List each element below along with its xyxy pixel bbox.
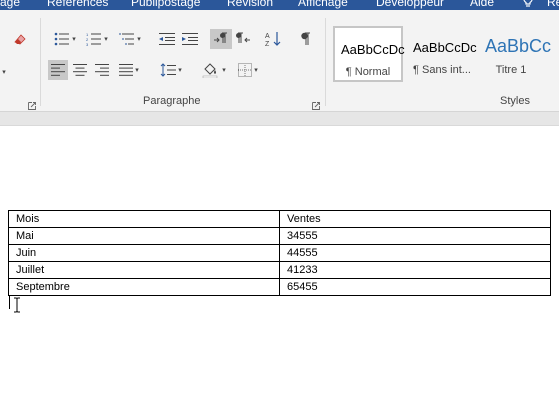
table-cell[interactable]: Mois: [8, 210, 280, 228]
multilevel-list-icon: [119, 33, 135, 45]
text-cursor: [9, 295, 10, 309]
style-name: ¶ Normal: [345, 66, 391, 78]
sort-button[interactable]: A Z: [263, 29, 283, 49]
left-to-right-icon: [214, 32, 227, 43]
svg-text:A: A: [265, 33, 270, 40]
tab-developpeur[interactable]: Développeur: [376, 0, 444, 9]
line-spacing-icon: [160, 63, 177, 77]
tab-references[interactable]: Références: [47, 0, 108, 9]
style-name: ¶ Sans int...: [413, 64, 471, 76]
tab-publipostage[interactable]: Publipostage: [131, 0, 200, 9]
style-sans-interligne[interactable]: AaBbCcDc ¶ Sans int...: [407, 26, 477, 82]
sort-az-icon: A Z: [265, 32, 281, 47]
increase-indent-icon: [182, 33, 198, 45]
style-preview-text: AaBbCcDc: [413, 40, 477, 55]
svg-text:3: 3: [86, 42, 89, 46]
shading-button[interactable]: ▾: [198, 60, 230, 80]
table-cell[interactable]: 44555: [279, 244, 551, 262]
styles-group-label: Styles: [500, 95, 530, 107]
document-page[interactable]: Mois Ventes Mai 34555 Juin 44555 Juillet…: [0, 126, 559, 402]
align-right-button[interactable]: [92, 60, 112, 80]
table-row: Juillet 41233: [8, 261, 551, 279]
style-name: Titre 1: [495, 64, 527, 76]
paragraph-dialog-launcher[interactable]: [312, 97, 320, 110]
sales-table[interactable]: Mois Ventes Mai 34555 Juin 44555 Juillet…: [8, 210, 551, 296]
table-cell[interactable]: Mai: [8, 227, 280, 245]
rtl-text-button[interactable]: [233, 29, 253, 49]
table-row: Mois Ventes: [8, 210, 551, 228]
align-center-button[interactable]: [70, 60, 90, 80]
font-more-button[interactable]: ▾: [0, 62, 6, 82]
style-preview-text: AaBbCc: [485, 36, 552, 56]
style-preview-text: AaBbCcDc: [341, 42, 405, 57]
ribbon-tab-bar: age Références Publipostage Révision Aff…: [0, 0, 559, 10]
tab-aide[interactable]: Aide: [470, 0, 494, 9]
align-center-icon: [73, 64, 87, 76]
group-divider: [325, 18, 326, 106]
ltr-text-button[interactable]: [210, 29, 232, 49]
tab-affichage[interactable]: Affichage: [298, 0, 348, 9]
style-titre-1[interactable]: AaBbCc Titre 1: [479, 26, 559, 82]
styles-gallery: AaBbCcDc ¶ Normal AaBbCcDc ¶ Sans int...…: [333, 26, 559, 88]
table-cell[interactable]: Juin: [8, 244, 280, 262]
borders-button[interactable]: ▾: [232, 60, 264, 80]
bullets-button[interactable]: ▾: [50, 29, 80, 49]
bullet-list-icon: [54, 32, 70, 46]
paint-bucket-icon: [202, 63, 218, 78]
decrease-indent-icon: [159, 33, 175, 45]
show-formatting-marks-button[interactable]: [295, 29, 315, 49]
font-dialog-launcher[interactable]: [28, 97, 36, 110]
pilcrow-icon: [301, 32, 310, 45]
table-cell[interactable]: 34555: [279, 227, 551, 245]
increase-indent-button[interactable]: [180, 29, 200, 49]
tab-revision[interactable]: Révision: [227, 0, 273, 9]
tab-mise-en-page[interactable]: age: [0, 0, 20, 9]
numbered-list-icon: 1 2 3: [86, 32, 102, 46]
tab-partial[interactable]: Re: [547, 0, 559, 9]
dialog-launcher-icon: [312, 102, 320, 110]
tell-me-lightbulb-icon[interactable]: [522, 0, 534, 10]
table-cell[interactable]: 41233: [279, 261, 551, 279]
eraser-icon: [14, 34, 26, 45]
borders-icon: [238, 63, 253, 77]
justify-button[interactable]: ▾: [114, 60, 144, 80]
align-right-icon: [95, 64, 109, 76]
svg-text:Z: Z: [265, 41, 270, 47]
table-cell[interactable]: Ventes: [279, 210, 551, 228]
table-cell[interactable]: 65455: [279, 278, 551, 296]
table-row: Mai 34555: [8, 227, 551, 245]
table-cell[interactable]: Juillet: [8, 261, 280, 279]
align-left-icon: [51, 64, 65, 76]
table-row: Septembre 65455: [8, 278, 551, 296]
group-divider: [40, 18, 41, 106]
clear-formatting-button[interactable]: [10, 29, 30, 49]
table-cell[interactable]: Septembre: [8, 278, 280, 296]
right-to-left-icon: [236, 32, 250, 43]
align-left-button[interactable]: [48, 60, 68, 80]
line-spacing-button[interactable]: ▾: [156, 60, 186, 80]
ruler-gap: [0, 112, 559, 126]
decrease-indent-button[interactable]: [157, 29, 177, 49]
style-normal[interactable]: AaBbCcDc ¶ Normal: [333, 26, 405, 82]
ibeam-cursor-icon: [13, 297, 21, 318]
dialog-launcher-icon: [28, 102, 36, 110]
numbering-button[interactable]: 1 2 3 ▾: [82, 29, 112, 49]
justify-icon: [119, 64, 134, 76]
paragraph-group-label: Paragraphe: [143, 95, 201, 107]
multilevel-list-button[interactable]: ▾: [115, 29, 145, 49]
table-row: Juin 44555: [8, 244, 551, 262]
ribbon: ▾ ▾ 1 2 3 ▾ ▾ A Z ▾ ▾ ▾ ▾ Paragraphe AaB…: [0, 10, 559, 112]
